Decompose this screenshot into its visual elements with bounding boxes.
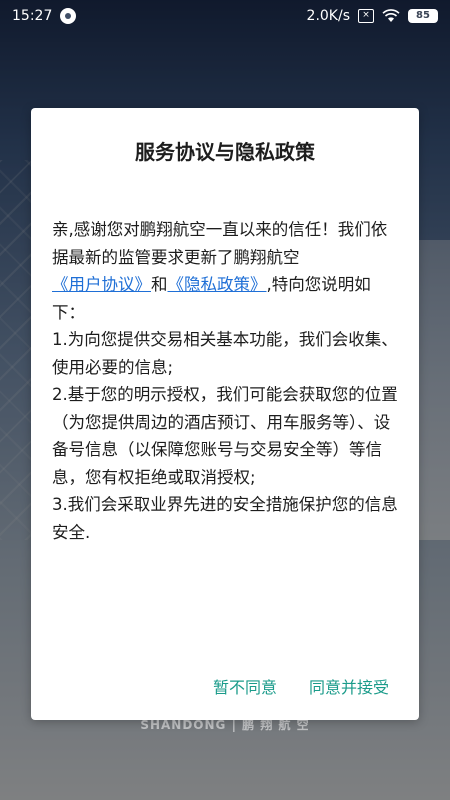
status-bar-right: 2.0K/s × 85: [307, 8, 438, 24]
decline-button[interactable]: 暂不同意: [213, 674, 277, 698]
status-bar-left: 15:27: [12, 8, 77, 24]
dialog-actions: 暂不同意 同意并接受: [213, 674, 389, 698]
intro-text: 亲,感谢您对鹏翔航空一直以来的信任！我们依据最新的监管要求更新了鹏翔航空: [52, 220, 388, 267]
dialog-title: 服务协议与隐私政策: [135, 140, 315, 164]
dialog-body: 亲,感谢您对鹏翔航空一直以来的信任！我们依据最新的监管要求更新了鹏翔航空 《用户…: [52, 216, 400, 546]
point-2: 2.基于您的明示授权，我们可能会获取您的位置（为您提供周边的酒店预订、用车服务等…: [52, 385, 398, 487]
privacy-policy-link[interactable]: 《隐私政策》: [168, 275, 267, 294]
accept-button[interactable]: 同意并接受: [309, 674, 389, 698]
q-app-icon: [60, 8, 77, 24]
battery-icon: 85: [408, 9, 438, 23]
point-1: 1.为向您提供交易相关基本功能，我们会收集、使用必要的信息;: [52, 330, 398, 377]
intro-paragraph: 亲,感谢您对鹏翔航空一直以来的信任！我们依据最新的监管要求更新了鹏翔航空 《用户…: [52, 216, 400, 326]
point-3: 3.我们会采取业界先进的安全措施保护您的信息安全.: [52, 495, 398, 542]
status-time: 15:27: [12, 8, 53, 24]
agreement-dialog: 服务协议与隐私政策 亲,感谢您对鹏翔航空一直以来的信任！我们依据最新的监管要求更…: [31, 108, 419, 720]
status-bar: 15:27 2.0K/s × 85: [0, 0, 450, 32]
wifi-icon: [382, 9, 400, 22]
sim-x-icon: ×: [358, 9, 374, 23]
network-speed: 2.0K/s: [306, 8, 350, 24]
and-text: 和: [151, 275, 168, 294]
user-agreement-link[interactable]: 《用户协议》: [52, 275, 151, 294]
